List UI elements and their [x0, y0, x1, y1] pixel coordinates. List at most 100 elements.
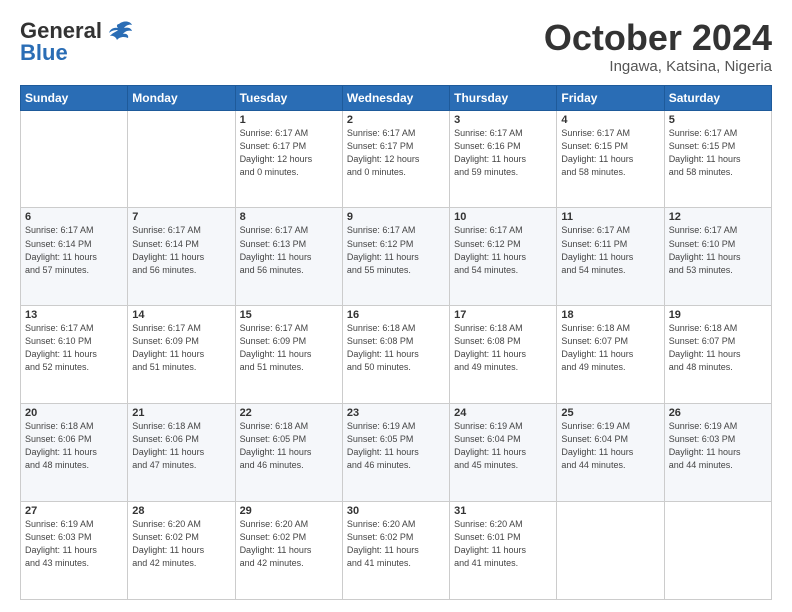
- calendar-day-cell: 22Sunrise: 6:18 AM Sunset: 6:05 PM Dayli…: [235, 404, 342, 502]
- calendar-day-cell: 17Sunrise: 6:18 AM Sunset: 6:08 PM Dayli…: [450, 306, 557, 404]
- day-number: 28: [132, 505, 230, 517]
- day-info: Sunrise: 6:18 AM Sunset: 6:07 PM Dayligh…: [669, 322, 767, 374]
- title-area: October 2024 Ingawa, Katsina, Nigeria: [544, 18, 772, 75]
- day-number: 27: [25, 505, 123, 517]
- calendar-day-cell: [21, 110, 128, 208]
- logo: General Blue: [20, 18, 134, 66]
- day-info: Sunrise: 6:17 AM Sunset: 6:14 PM Dayligh…: [25, 224, 123, 276]
- day-info: Sunrise: 6:17 AM Sunset: 6:17 PM Dayligh…: [240, 127, 338, 179]
- calendar-day-cell: [557, 502, 664, 600]
- calendar-day-cell: 2Sunrise: 6:17 AM Sunset: 6:17 PM Daylig…: [342, 110, 449, 208]
- day-info: Sunrise: 6:18 AM Sunset: 6:05 PM Dayligh…: [240, 420, 338, 472]
- header: General Blue October 2024 Ingawa, Katsin…: [20, 18, 772, 75]
- page-title: October 2024: [544, 18, 772, 58]
- weekday-header: Saturday: [664, 85, 771, 110]
- day-info: Sunrise: 6:17 AM Sunset: 6:10 PM Dayligh…: [669, 224, 767, 276]
- day-number: 22: [240, 407, 338, 419]
- calendar-day-cell: 1Sunrise: 6:17 AM Sunset: 6:17 PM Daylig…: [235, 110, 342, 208]
- day-number: 10: [454, 211, 552, 223]
- day-info: Sunrise: 6:19 AM Sunset: 6:04 PM Dayligh…: [561, 420, 659, 472]
- day-number: 15: [240, 309, 338, 321]
- calendar-day-cell: [664, 502, 771, 600]
- day-number: 13: [25, 309, 123, 321]
- calendar-week-row: 13Sunrise: 6:17 AM Sunset: 6:10 PM Dayli…: [21, 306, 772, 404]
- day-number: 21: [132, 407, 230, 419]
- day-number: 3: [454, 114, 552, 126]
- page: General Blue October 2024 Ingawa, Katsin…: [0, 0, 792, 612]
- day-number: 25: [561, 407, 659, 419]
- calendar-day-cell: 21Sunrise: 6:18 AM Sunset: 6:06 PM Dayli…: [128, 404, 235, 502]
- calendar-day-cell: 20Sunrise: 6:18 AM Sunset: 6:06 PM Dayli…: [21, 404, 128, 502]
- day-number: 2: [347, 114, 445, 126]
- day-info: Sunrise: 6:19 AM Sunset: 6:03 PM Dayligh…: [25, 518, 123, 570]
- calendar-day-cell: 8Sunrise: 6:17 AM Sunset: 6:13 PM Daylig…: [235, 208, 342, 306]
- day-number: 1: [240, 114, 338, 126]
- day-number: 31: [454, 505, 552, 517]
- day-number: 23: [347, 407, 445, 419]
- calendar-week-row: 6Sunrise: 6:17 AM Sunset: 6:14 PM Daylig…: [21, 208, 772, 306]
- day-info: Sunrise: 6:19 AM Sunset: 6:03 PM Dayligh…: [669, 420, 767, 472]
- day-info: Sunrise: 6:18 AM Sunset: 6:06 PM Dayligh…: [25, 420, 123, 472]
- day-info: Sunrise: 6:18 AM Sunset: 6:06 PM Dayligh…: [132, 420, 230, 472]
- day-info: Sunrise: 6:18 AM Sunset: 6:08 PM Dayligh…: [454, 322, 552, 374]
- logo-bird-icon: [104, 20, 134, 42]
- day-info: Sunrise: 6:17 AM Sunset: 6:14 PM Dayligh…: [132, 224, 230, 276]
- day-number: 18: [561, 309, 659, 321]
- day-info: Sunrise: 6:17 AM Sunset: 6:16 PM Dayligh…: [454, 127, 552, 179]
- calendar-header-row: SundayMondayTuesdayWednesdayThursdayFrid…: [21, 85, 772, 110]
- day-info: Sunrise: 6:20 AM Sunset: 6:02 PM Dayligh…: [347, 518, 445, 570]
- day-info: Sunrise: 6:17 AM Sunset: 6:13 PM Dayligh…: [240, 224, 338, 276]
- day-number: 5: [669, 114, 767, 126]
- day-info: Sunrise: 6:20 AM Sunset: 6:02 PM Dayligh…: [132, 518, 230, 570]
- calendar-day-cell: 5Sunrise: 6:17 AM Sunset: 6:15 PM Daylig…: [664, 110, 771, 208]
- day-number: 20: [25, 407, 123, 419]
- day-number: 26: [669, 407, 767, 419]
- calendar-day-cell: 31Sunrise: 6:20 AM Sunset: 6:01 PM Dayli…: [450, 502, 557, 600]
- calendar-day-cell: 10Sunrise: 6:17 AM Sunset: 6:12 PM Dayli…: [450, 208, 557, 306]
- calendar-day-cell: 11Sunrise: 6:17 AM Sunset: 6:11 PM Dayli…: [557, 208, 664, 306]
- day-info: Sunrise: 6:19 AM Sunset: 6:04 PM Dayligh…: [454, 420, 552, 472]
- day-number: 7: [132, 211, 230, 223]
- calendar-day-cell: 9Sunrise: 6:17 AM Sunset: 6:12 PM Daylig…: [342, 208, 449, 306]
- calendar-day-cell: 14Sunrise: 6:17 AM Sunset: 6:09 PM Dayli…: [128, 306, 235, 404]
- calendar-day-cell: 15Sunrise: 6:17 AM Sunset: 6:09 PM Dayli…: [235, 306, 342, 404]
- calendar-day-cell: 28Sunrise: 6:20 AM Sunset: 6:02 PM Dayli…: [128, 502, 235, 600]
- day-number: 14: [132, 309, 230, 321]
- day-number: 8: [240, 211, 338, 223]
- calendar-day-cell: 25Sunrise: 6:19 AM Sunset: 6:04 PM Dayli…: [557, 404, 664, 502]
- day-number: 4: [561, 114, 659, 126]
- day-info: Sunrise: 6:18 AM Sunset: 6:08 PM Dayligh…: [347, 322, 445, 374]
- day-number: 11: [561, 211, 659, 223]
- calendar-week-row: 1Sunrise: 6:17 AM Sunset: 6:17 PM Daylig…: [21, 110, 772, 208]
- calendar-day-cell: 23Sunrise: 6:19 AM Sunset: 6:05 PM Dayli…: [342, 404, 449, 502]
- calendar-day-cell: [128, 110, 235, 208]
- weekday-header: Thursday: [450, 85, 557, 110]
- day-info: Sunrise: 6:17 AM Sunset: 6:10 PM Dayligh…: [25, 322, 123, 374]
- calendar-day-cell: 4Sunrise: 6:17 AM Sunset: 6:15 PM Daylig…: [557, 110, 664, 208]
- calendar-day-cell: 7Sunrise: 6:17 AM Sunset: 6:14 PM Daylig…: [128, 208, 235, 306]
- day-number: 24: [454, 407, 552, 419]
- logo-blue: Blue: [20, 40, 68, 66]
- day-number: 17: [454, 309, 552, 321]
- weekday-header: Tuesday: [235, 85, 342, 110]
- calendar-table: SundayMondayTuesdayWednesdayThursdayFrid…: [20, 85, 772, 600]
- day-number: 12: [669, 211, 767, 223]
- weekday-header: Monday: [128, 85, 235, 110]
- calendar-day-cell: 12Sunrise: 6:17 AM Sunset: 6:10 PM Dayli…: [664, 208, 771, 306]
- day-info: Sunrise: 6:17 AM Sunset: 6:09 PM Dayligh…: [240, 322, 338, 374]
- weekday-header: Wednesday: [342, 85, 449, 110]
- day-number: 16: [347, 309, 445, 321]
- day-info: Sunrise: 6:17 AM Sunset: 6:17 PM Dayligh…: [347, 127, 445, 179]
- day-number: 19: [669, 309, 767, 321]
- calendar-day-cell: 18Sunrise: 6:18 AM Sunset: 6:07 PM Dayli…: [557, 306, 664, 404]
- calendar-day-cell: 6Sunrise: 6:17 AM Sunset: 6:14 PM Daylig…: [21, 208, 128, 306]
- day-number: 9: [347, 211, 445, 223]
- calendar-week-row: 27Sunrise: 6:19 AM Sunset: 6:03 PM Dayli…: [21, 502, 772, 600]
- calendar-day-cell: 24Sunrise: 6:19 AM Sunset: 6:04 PM Dayli…: [450, 404, 557, 502]
- day-info: Sunrise: 6:17 AM Sunset: 6:15 PM Dayligh…: [669, 127, 767, 179]
- calendar-day-cell: 3Sunrise: 6:17 AM Sunset: 6:16 PM Daylig…: [450, 110, 557, 208]
- day-info: Sunrise: 6:18 AM Sunset: 6:07 PM Dayligh…: [561, 322, 659, 374]
- weekday-header: Sunday: [21, 85, 128, 110]
- day-info: Sunrise: 6:17 AM Sunset: 6:11 PM Dayligh…: [561, 224, 659, 276]
- calendar-day-cell: 27Sunrise: 6:19 AM Sunset: 6:03 PM Dayli…: [21, 502, 128, 600]
